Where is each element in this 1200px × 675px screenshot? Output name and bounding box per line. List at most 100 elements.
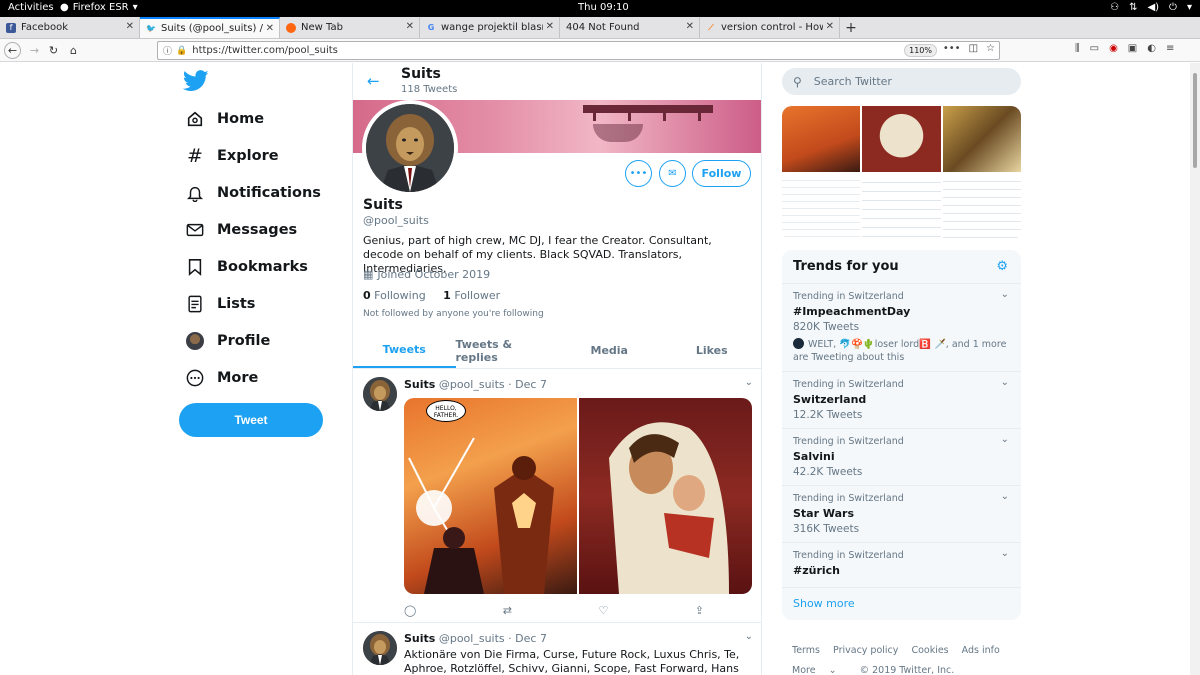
trend-item[interactable]: Trending in Switzerland ⌄ #ImpeachmentDa… [782,283,1021,371]
more-options-button[interactable]: ••• [625,160,652,187]
tweet-author-handle[interactable]: @pool_suits [439,378,505,391]
tweet-media[interactable]: HELLO, FATHER. [404,398,752,594]
tweet-button[interactable]: Tweet [179,403,323,437]
tweet-date[interactable]: Dec 7 [515,632,547,645]
like-icon[interactable]: ♡ [598,604,608,617]
tab-google[interactable]: G wange projektil blasrohr ✕ [420,17,560,38]
footer-more[interactable]: More ⌄ [792,665,847,675]
close-icon[interactable]: ✕ [126,21,134,32]
following-link[interactable]: 0 Following [363,289,426,302]
footer-cookies[interactable]: Cookies [911,645,948,656]
chevron-down-icon[interactable]: ⌄ [745,631,753,642]
twitter-logo-icon[interactable] [183,70,209,92]
zoom-level[interactable]: 110% [904,44,937,57]
chevron-down-icon[interactable]: ⌄ [1001,289,1009,300]
nav-notifications[interactable]: Notifications [185,180,321,206]
tab-404[interactable]: 404 Not Found ✕ [560,17,700,38]
tweet-date[interactable]: Dec 7 [515,378,547,391]
nav-more[interactable]: More [185,365,258,391]
new-tab-button[interactable]: + [840,17,862,38]
nav-profile[interactable]: Profile [185,328,270,354]
nav-explore[interactable]: # Explore [185,143,279,169]
tweet-image-painting[interactable] [579,398,752,594]
media-thumbnail[interactable] [942,106,1021,172]
page-scrollbar[interactable] [1190,63,1200,675]
retweet-icon[interactable]: ⇄ [503,604,512,617]
back-icon[interactable]: ← [4,42,21,59]
share-icon[interactable]: ⇪ [695,604,704,617]
sidebar-icon[interactable]: ▭ [1090,43,1099,54]
url-bar[interactable]: ⓘ 🔒 https://twitter.com/pool_suits 110% … [157,41,1000,60]
tab-likes[interactable]: Likes [661,333,762,368]
tweet-image-comic[interactable]: HELLO, FATHER. [404,398,577,594]
extension-icon[interactable]: ◐ [1147,43,1156,54]
close-icon[interactable]: ✕ [406,21,414,32]
chevron-down-icon[interactable]: ⌄ [745,377,753,388]
media-thumbnail[interactable] [782,106,861,172]
reply-icon[interactable]: ◯ [404,604,416,617]
footer-terms[interactable]: Terms [792,645,820,656]
media-thumbnail[interactable] [862,106,941,172]
trend-item[interactable]: Trending in Switzerland ⌄ Star Wars 316K… [782,485,1021,542]
chevron-down-icon[interactable]: ⌄ [1001,434,1009,445]
info-icon[interactable]: ⓘ [163,44,172,57]
chevron-down-icon[interactable]: ⌄ [1001,491,1009,502]
chevron-down-icon[interactable]: ⌄ [1001,548,1009,559]
scrollbar-thumb[interactable] [1193,73,1197,168]
follow-button[interactable]: Follow [692,160,751,187]
page-actions-icon[interactable]: ••• [943,43,961,54]
pocket-icon[interactable]: ◫ [969,43,978,54]
search-input[interactable]: ⚲ Search Twitter [782,68,1021,95]
tweet-author-name[interactable]: Suits [404,632,435,645]
footer-privacy[interactable]: Privacy policy [833,645,898,656]
trend-item[interactable]: Trending in Switzerland ⌄ Switzerland 12… [782,371,1021,428]
tab-facebook[interactable]: f Facebook ✕ [0,17,140,38]
home-icon[interactable]: ⌂ [65,42,82,59]
system-tray[interactable]: ⚇ ⇅ ◀) ⏻ ▾ [1110,2,1192,13]
media-thumbnail[interactable] [942,174,1021,240]
close-icon[interactable]: ✕ [266,23,274,34]
close-icon[interactable]: ✕ [546,21,554,32]
clock[interactable]: Thu 09:10 [578,2,629,13]
app-menu[interactable]: ● Firefox ESR ▾ [60,2,138,13]
close-icon[interactable]: ✕ [686,21,694,32]
chevron-down-icon[interactable]: ⌄ [1001,377,1009,388]
show-more-link[interactable]: Show more [793,597,855,610]
profile-media-grid[interactable] [782,106,1021,240]
nav-home[interactable]: Home [185,106,264,132]
nav-messages[interactable]: Messages [185,217,297,243]
footer-ads[interactable]: Ads info [962,645,1000,656]
extension-badge-icon[interactable]: ▣ [1128,43,1137,54]
reload-icon[interactable]: ↻ [45,42,62,59]
nav-lists[interactable]: Lists [185,291,255,317]
extension-icon[interactable]: ◉ [1109,43,1118,54]
tab-suits[interactable]: 🐦 Suits (@pool_suits) / Twi ✕ [140,17,280,38]
followers-link[interactable]: 1 Follower [443,289,500,302]
gear-icon[interactable]: ⚙ [996,259,1008,274]
tweet-author-handle[interactable]: @pool_suits [439,632,505,645]
media-thumbnail[interactable] [862,174,941,240]
star-icon[interactable]: ☆ [986,43,995,54]
forward-icon[interactable]: → [26,42,43,59]
tab-tweets[interactable]: Tweets [353,333,456,368]
message-button[interactable]: ✉ [659,160,686,187]
tweet[interactable]: Suits @pool_suits · Dec 7 ⌄ HELLO, FATHE… [353,369,761,623]
tweet[interactable]: Suits @pool_suits · Dec 7 ⌄ Aktionäre vo… [353,623,761,675]
activities-button[interactable]: Activities [8,2,54,13]
media-thumbnail[interactable] [782,174,861,240]
trend-item[interactable]: Trending in Switzerland ⌄ Salvini 42.2K … [782,428,1021,485]
tweet-avatar[interactable] [363,631,397,665]
tweet-author-name[interactable]: Suits [404,378,435,391]
profile-avatar[interactable] [362,100,458,196]
hamburger-menu-icon[interactable]: ≡ [1166,43,1174,54]
tab-tweets-replies[interactable]: Tweets & replies [456,333,559,368]
tab-media[interactable]: Media [558,333,661,368]
nav-bookmarks[interactable]: Bookmarks [185,254,308,280]
back-arrow-icon[interactable]: ← [367,72,380,90]
tweet-avatar[interactable] [363,377,397,411]
library-icon[interactable]: ⫼ [1075,43,1080,54]
tab-new-tab[interactable]: New Tab ✕ [280,17,420,38]
trend-item[interactable]: Trending in Switzerland ⌄ #zürich [782,542,1021,587]
tab-stackoverflow[interactable]: ⟋ version control - How ca ✕ [700,17,840,38]
close-icon[interactable]: ✕ [826,21,834,32]
